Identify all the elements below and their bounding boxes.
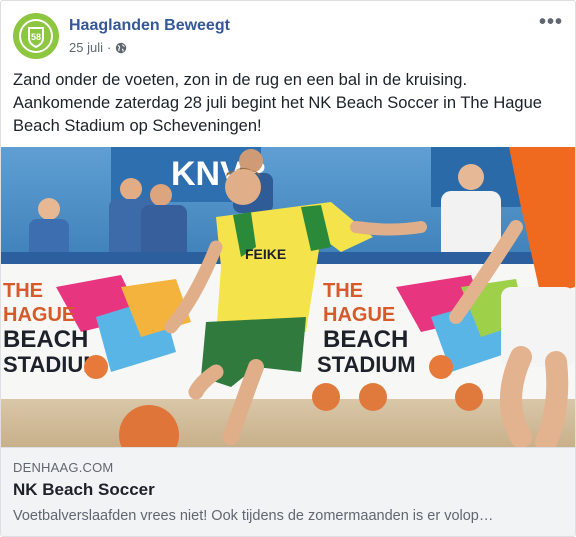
banner-right-line1: THE — [323, 280, 363, 302]
link-description: Voetbalverslaafden vrees niet! Ook tijde… — [13, 508, 494, 524]
link-preview[interactable]: DENHAAG.COM NK Beach Soccer Voetbalversl… — [1, 447, 575, 536]
banner-left-line1: THE — [3, 280, 43, 302]
meta-separator: · — [106, 40, 112, 55]
link-domain: DENHAAG.COM — [13, 460, 114, 475]
post-header: 58 Haaglanden Beweegt 25 juli · ••• — [13, 12, 563, 61]
post-meta: 25 juli · — [69, 40, 127, 55]
banner-right-line4: STADIUM — [317, 352, 416, 377]
link-title[interactable]: NK Beach Soccer — [13, 480, 155, 500]
post-message: Zand onder de voeten, zon in de rug en e… — [13, 71, 542, 135]
page-name-link[interactable]: Haaglanden Beweegt — [69, 17, 230, 35]
banner-right-line2: HAGUE — [323, 304, 395, 326]
more-options-icon[interactable]: ••• — [539, 12, 563, 32]
jersey-text: FEIKE — [245, 246, 286, 262]
facebook-post: 58 Haaglanden Beweegt 25 juli · ••• Zand… — [0, 0, 576, 537]
banner-left-line2: HAGUE — [3, 304, 75, 326]
page-avatar[interactable]: 58 — [13, 13, 59, 59]
beach-soccer-photo: KNVB THE HAGUE BEACH STADIUM THE HAGUE B… — [1, 147, 575, 447]
shield-logo-icon: 58 — [19, 19, 53, 53]
banner-left-line3: BEACH — [3, 326, 88, 353]
globe-icon[interactable] — [115, 42, 127, 54]
post-date[interactable]: 25 juli — [69, 40, 103, 55]
banner-right-line3: BEACH — [323, 326, 408, 353]
link-image[interactable]: KNVB THE HAGUE BEACH STADIUM THE HAGUE B… — [1, 147, 575, 447]
svg-text:58: 58 — [31, 32, 41, 42]
